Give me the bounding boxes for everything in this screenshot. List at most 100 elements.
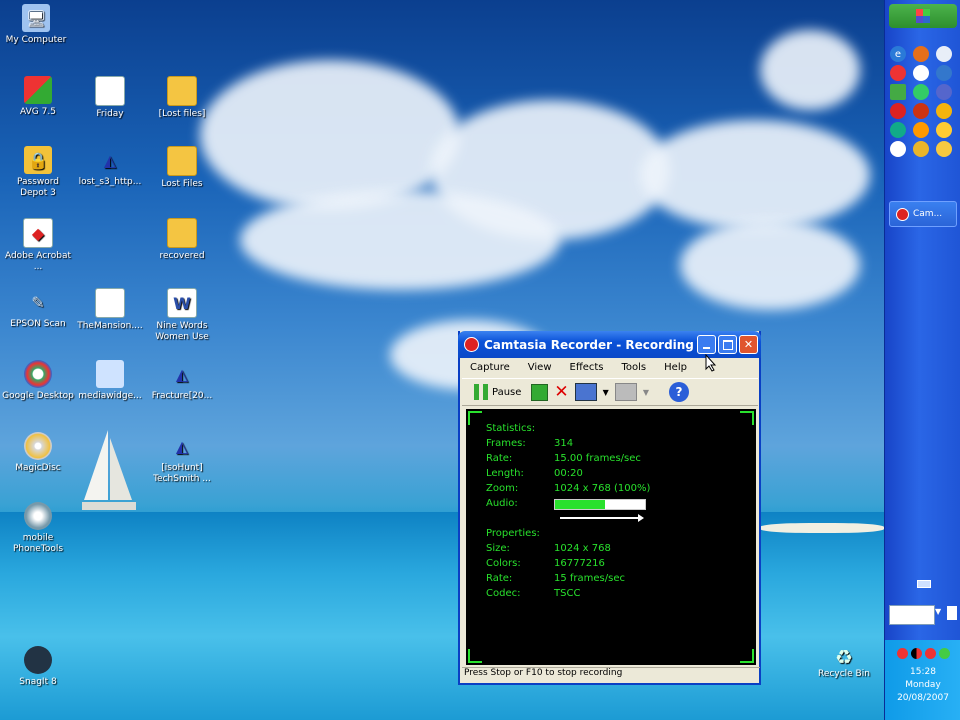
go-button[interactable]: [947, 606, 957, 620]
mouse-cursor-icon: [705, 354, 717, 372]
desktop-icon-mediawidget[interactable]: mediawidge...: [74, 360, 146, 402]
start-button[interactable]: [889, 4, 957, 28]
tray-icon[interactable]: [924, 648, 936, 659]
maximize-icon: [722, 339, 733, 350]
desktop-icon-avg[interactable]: AVG 7.5: [2, 76, 74, 118]
minimize-button[interactable]: [697, 335, 716, 354]
app-icon[interactable]: [913, 65, 929, 81]
desktop-icon-recycle-bin[interactable]: ♻ Recycle Bin: [812, 645, 876, 679]
prop-row: Codec: TSCC: [486, 588, 580, 599]
audio-slider[interactable]: [560, 514, 644, 522]
app-icon[interactable]: [913, 141, 929, 157]
smiley-icon[interactable]: [936, 141, 952, 157]
desktop-icon-mobile-phonetools[interactable]: mobile PhoneTools: [2, 502, 74, 555]
recycle-bin-icon: ♻: [835, 645, 853, 669]
computer-icon: 🖥: [22, 4, 50, 32]
effects-dropdown-icon[interactable]: ▼: [643, 388, 649, 397]
menu-capture[interactable]: Capture: [470, 362, 510, 373]
snagit-icon: [24, 646, 52, 674]
quick-launch: e: [889, 46, 957, 157]
address-bar-input[interactable]: [889, 605, 935, 625]
desktop-icon-lost-files-bracket[interactable]: [Lost files]: [146, 76, 218, 120]
menu-tools[interactable]: Tools: [622, 362, 647, 373]
desktop-icon-fracture[interactable]: ◭ Fracture[20...: [146, 360, 218, 402]
beach: [760, 523, 884, 533]
prop-value: 16777216: [554, 558, 605, 569]
desktop-icon-google-desktop[interactable]: Google Desktop: [2, 360, 74, 402]
icon-label: lost_s3_http...: [78, 177, 142, 187]
taskbar-grip[interactable]: [917, 580, 931, 588]
capture-dropdown-icon[interactable]: ▼: [603, 388, 609, 397]
audio-level-fill: [555, 500, 605, 509]
app-icon[interactable]: [890, 122, 906, 138]
app-icon[interactable]: [936, 65, 952, 81]
app-icon[interactable]: [890, 141, 906, 157]
cloud: [680, 220, 860, 310]
desktop-icon-lost-files[interactable]: Lost Files: [146, 146, 218, 190]
status-text: Press Stop or F10 to stop recording: [464, 668, 623, 678]
stat-key: Zoom:: [486, 483, 519, 494]
globe-icon[interactable]: [936, 46, 952, 62]
menu-help[interactable]: Help: [664, 362, 687, 373]
properties-heading: Properties:: [486, 528, 540, 539]
clock-time[interactable]: 15:28: [885, 667, 960, 677]
audio-level-meter: [554, 499, 646, 510]
prop-value: TSCC: [554, 588, 581, 599]
camtasia-icon: [464, 337, 479, 352]
effects-button[interactable]: [614, 383, 637, 401]
smiley-icon[interactable]: [936, 122, 952, 138]
tray-icon[interactable]: [910, 648, 922, 659]
prop-key: Size:: [486, 543, 510, 554]
frame-corner: [740, 649, 754, 663]
icon-label: EPSON Scan: [10, 319, 66, 329]
app-icon[interactable]: [913, 103, 929, 119]
camtasia-icon: [896, 207, 909, 221]
icon-label: Google Desktop: [2, 391, 74, 401]
tray-icon[interactable]: [896, 648, 908, 659]
media-file-icon: ◭: [103, 150, 117, 170]
desktop-icon-lost-s3[interactable]: ◭ lost_s3_http...: [74, 146, 146, 188]
app-icon[interactable]: [913, 84, 929, 100]
address-dropdown-icon[interactable]: ▼: [935, 607, 941, 616]
pause-button[interactable]: Pause: [470, 382, 525, 402]
desktop-icon-snagit[interactable]: SnagIt 8: [2, 646, 74, 688]
app-icon[interactable]: [890, 103, 906, 119]
desktop-icon-nine-words[interactable]: W Nine Words Women Use: [146, 288, 218, 343]
desktop-icon-epson-scan[interactable]: ✎ EPSON Scan: [2, 288, 74, 330]
tray-icon[interactable]: [938, 648, 950, 659]
icon-label: mediawidge...: [78, 391, 142, 401]
taskbar-button-camtasia[interactable]: Cam...: [889, 201, 957, 227]
camtasia-recorder-window[interactable]: Camtasia Recorder - Recording ✕ Capture …: [458, 331, 761, 685]
disc-icon: [24, 432, 52, 460]
maximize-button[interactable]: [718, 335, 737, 354]
desktop-icon-my-computer[interactable]: 🖥 My Computer: [0, 4, 72, 46]
icon-label: Lost Files: [161, 179, 203, 189]
desktop-icon-password-depot[interactable]: 🔒 Password Depot 3: [2, 146, 74, 199]
folder-icon: [167, 146, 197, 176]
app-icon[interactable]: [913, 122, 929, 138]
firefox-icon[interactable]: [913, 46, 929, 62]
app-icon[interactable]: [936, 84, 952, 100]
app-icon[interactable]: [890, 65, 906, 81]
avg-icon: [24, 76, 52, 104]
desktop-icon-themansion[interactable]: TheMansion....: [74, 288, 146, 332]
close-button[interactable]: ✕: [739, 335, 758, 354]
ie-icon[interactable]: e: [890, 46, 906, 62]
menu-view[interactable]: View: [528, 362, 552, 373]
app-icon[interactable]: [936, 103, 952, 119]
desktop-icon-adobe-acrobat[interactable]: ◆ Adobe Acrobat ...: [2, 218, 74, 273]
app-icon[interactable]: [890, 84, 906, 100]
statistics-heading: Statistics:: [486, 423, 535, 434]
help-button[interactable]: ?: [668, 382, 689, 402]
minimize-icon: [703, 346, 710, 349]
desktop-icon-friday[interactable]: Friday: [74, 76, 146, 120]
desktop-icon-magicdisc[interactable]: MagicDisc: [2, 432, 74, 474]
screen-capture-button[interactable]: [574, 383, 597, 401]
delete-button[interactable]: ✕: [554, 382, 568, 402]
desktop-icon-isohunt-techsmith[interactable]: ◭ [isoHunt] TechSmith ...: [146, 432, 218, 485]
menu-effects[interactable]: Effects: [570, 362, 604, 373]
desktop-icon-recovered[interactable]: recovered: [146, 218, 218, 262]
stop-button[interactable]: [531, 383, 549, 401]
cloud: [760, 30, 860, 110]
stat-row: Audio:: [486, 498, 646, 510]
